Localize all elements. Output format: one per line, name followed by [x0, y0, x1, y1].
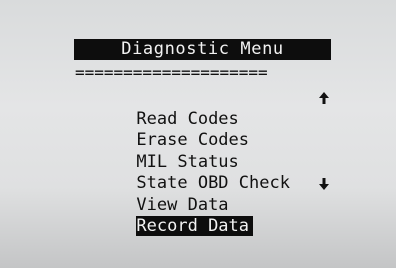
- diagnostic-menu-list: Read Codes Erase Codes MIL Status State …: [75, 87, 335, 236]
- menu-item-record-data[interactable]: Record Data: [75, 195, 335, 236]
- arrow-down-icon: [317, 173, 331, 194]
- title-bar: Diagnostic Menu: [74, 39, 331, 60]
- lcd-screen: Diagnostic Menu ==================== Rea…: [0, 0, 396, 268]
- title-separator: ====================: [75, 63, 268, 82]
- menu-item-label: Record Data: [136, 216, 254, 236]
- menu-item-state-obd-check[interactable]: State OBD Check: [75, 152, 335, 193]
- menu-item-mil-status[interactable]: MIL Status: [75, 130, 335, 172]
- menu-item-erase-codes[interactable]: Erase Codes: [75, 109, 335, 150]
- page-title: Diagnostic Menu: [121, 39, 284, 59]
- menu-item-read-codes[interactable]: Read Codes: [75, 87, 335, 129]
- arrow-up-icon: [317, 87, 331, 108]
- menu-item-view-data[interactable]: View Data: [75, 173, 335, 215]
